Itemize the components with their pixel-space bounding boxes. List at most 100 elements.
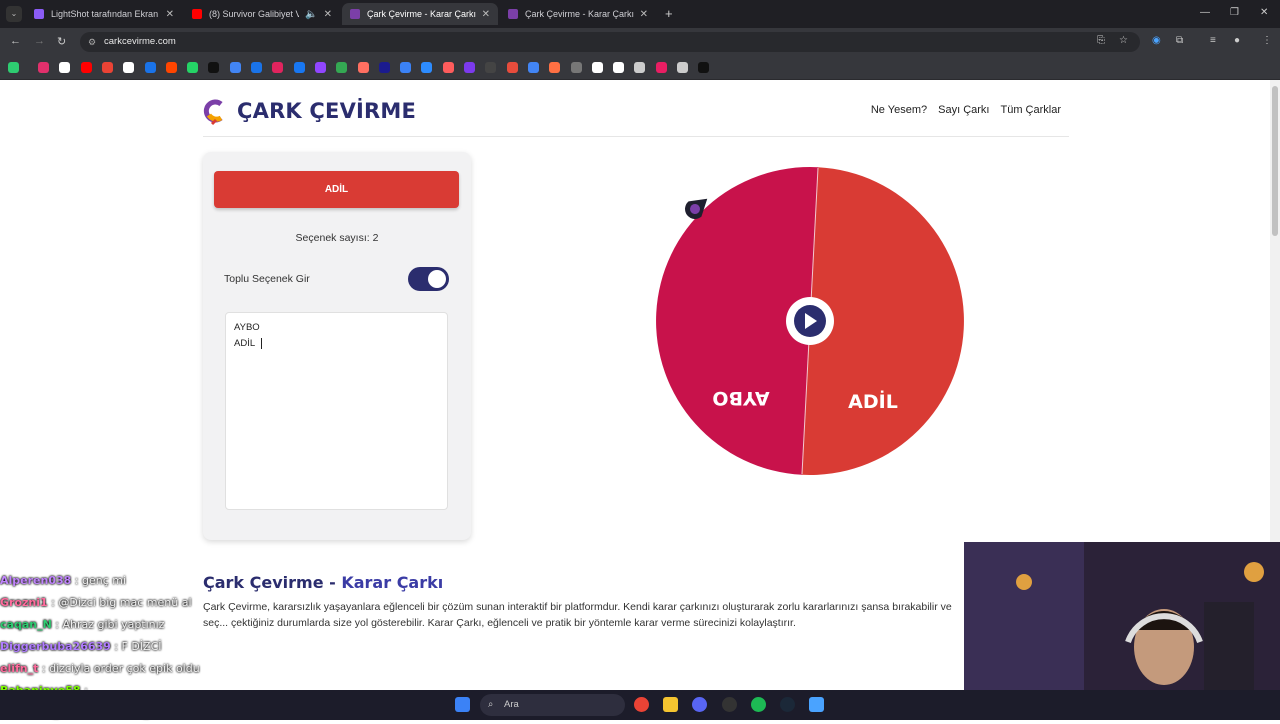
spin-wheel[interactable]: ADİL AYBO xyxy=(655,166,965,476)
reading-list-icon[interactable]: ≡ xyxy=(1210,35,1216,46)
bookmark-icon[interactable] xyxy=(59,62,71,73)
bookmark-icon[interactable] xyxy=(8,62,19,73)
options-textarea[interactable]: AYBO ADİL xyxy=(225,312,448,510)
tab-youtube[interactable]: (8) Survivor Galibiyet Ve Ma 🔈 ✕ xyxy=(184,3,340,25)
profile-avatar[interactable]: ● xyxy=(1234,35,1240,46)
bookmark-icon[interactable] xyxy=(613,62,625,73)
chat-username: Diggerbuba26639 xyxy=(0,640,111,653)
bookmark-icon[interactable] xyxy=(293,62,305,73)
bookmark-icon[interactable] xyxy=(506,62,518,73)
result-button[interactable]: ADİL xyxy=(214,171,459,208)
text-cursor xyxy=(261,337,263,349)
tab-label: (8) Survivor Galibiyet Ve Ma xyxy=(209,9,300,19)
bookmark-icon[interactable] xyxy=(378,62,390,73)
site-info-icon[interactable]: ⚙ xyxy=(88,32,96,52)
bookmark-icon[interactable] xyxy=(527,62,539,73)
bookmark-icon[interactable] xyxy=(165,62,177,73)
bookmark-icon[interactable] xyxy=(251,62,262,73)
bookmark-star-icon[interactable]: ☆ xyxy=(1119,35,1128,46)
taskbar-search[interactable]: ⌕ Ara xyxy=(480,694,625,716)
bookmark-icon[interactable] xyxy=(677,62,688,73)
install-app-icon[interactable]: ⎘ xyxy=(1097,35,1105,46)
minimize-icon[interactable]: — xyxy=(1200,7,1210,18)
option-line: ADİL xyxy=(234,338,256,349)
bookmark-icon[interactable] xyxy=(80,62,92,73)
bookmarks-bar xyxy=(0,56,1280,80)
discord-icon[interactable] xyxy=(692,697,707,712)
bulk-toggle-label: Toplu Seçenek Gir xyxy=(224,273,310,285)
bookmark-icon[interactable] xyxy=(314,62,326,73)
new-tab-button[interactable]: + xyxy=(665,6,673,21)
window-close-icon[interactable]: ✕ xyxy=(1260,7,1268,18)
nav-link-tum-carklar[interactable]: Tüm Çarklar xyxy=(1000,104,1061,116)
windows-start-icon[interactable] xyxy=(455,697,470,712)
bookmark-icon[interactable] xyxy=(485,62,497,73)
bookmark-icon[interactable] xyxy=(400,62,412,73)
extension-icon[interactable]: ◉ xyxy=(1152,35,1161,46)
close-icon[interactable]: ✕ xyxy=(640,9,648,20)
bookmark-icon[interactable] xyxy=(549,62,561,73)
notepad-icon[interactable] xyxy=(809,697,824,712)
back-icon[interactable]: ← xyxy=(10,35,21,47)
bulk-toggle-switch[interactable] xyxy=(408,267,449,291)
obs-icon[interactable] xyxy=(722,697,737,712)
bookmark-icon[interactable] xyxy=(101,62,113,73)
search-placeholder: Ara xyxy=(504,699,519,710)
close-icon[interactable]: ✕ xyxy=(482,9,490,20)
bookmark-icon[interactable] xyxy=(655,62,667,73)
cark-logo-icon xyxy=(203,99,223,126)
bookmark-icon[interactable] xyxy=(187,62,199,73)
scrollbar-thumb[interactable] xyxy=(1272,86,1278,236)
header-divider xyxy=(203,136,1069,137)
tab-label: Çark Çevirme - Karar Çarkı xyxy=(367,9,476,19)
chat-message: Alperen038 : genç mi xyxy=(0,570,260,592)
tab-cark-cevirme[interactable]: Çark Çevirme - Karar Çarkı ✕ xyxy=(500,3,656,25)
extensions-puzzle-icon[interactable]: ⧉ xyxy=(1176,35,1183,46)
menu-dots-icon[interactable]: ⋮ xyxy=(1262,35,1272,46)
tab-label: Çark Çevirme - Karar Çarkı xyxy=(525,9,634,19)
bookmark-icon[interactable] xyxy=(272,62,284,73)
address-bar[interactable]: ⚙ carkcevirme.com xyxy=(80,32,1140,52)
chat-username: caqan_N xyxy=(0,618,52,631)
bookmark-icon[interactable] xyxy=(421,62,433,73)
bookmark-icon[interactable] xyxy=(570,62,582,73)
close-icon[interactable]: ✕ xyxy=(166,9,174,20)
bookmark-icon[interactable] xyxy=(464,62,475,73)
steam-icon[interactable] xyxy=(780,697,795,712)
bookmark-icon[interactable] xyxy=(336,62,348,73)
chat-username: Alperen038 xyxy=(0,574,72,587)
maximize-icon[interactable]: ❐ xyxy=(1230,7,1239,18)
chat-username: elifn_t xyxy=(0,662,39,675)
chat-text: : F DİZCİ xyxy=(110,640,162,653)
tab-search-icon[interactable]: ⌄ xyxy=(6,6,22,22)
audio-icon[interactable]: 🔈 xyxy=(305,9,317,20)
bookmark-icon[interactable] xyxy=(208,62,220,73)
spotify-icon[interactable] xyxy=(751,697,766,712)
option-count: Seçenek sayısı: 2 xyxy=(295,232,379,244)
lightshot-icon xyxy=(34,9,44,19)
bookmark-icon[interactable] xyxy=(634,62,646,73)
bookmark-icon[interactable] xyxy=(38,62,49,73)
file-explorer-icon[interactable] xyxy=(663,697,678,712)
tab-cark-cevirme-active[interactable]: Çark Çevirme - Karar Çarkı ✕ xyxy=(342,3,498,25)
youtube-icon xyxy=(192,9,202,19)
bookmark-icon[interactable] xyxy=(123,62,135,73)
nav-link-ne-yesem[interactable]: Ne Yesem? xyxy=(871,104,927,116)
close-icon[interactable]: ✕ xyxy=(324,9,332,20)
bookmark-icon[interactable] xyxy=(357,62,369,73)
chat-text: : dizciyla order çok epik oldu xyxy=(38,662,200,675)
tab-lightshot[interactable]: LightShot tarafından Ekran Gör ✕ xyxy=(26,3,182,25)
chrome-icon[interactable] xyxy=(634,697,649,712)
reload-icon[interactable]: ↻ xyxy=(57,35,66,48)
bookmark-icon[interactable] xyxy=(229,62,241,73)
logo-text: ÇARK ÇEVİRME xyxy=(237,99,417,123)
section-description: Çark Çevirme, kararsızlık yaşayanlara eğ… xyxy=(203,601,952,629)
bookmark-icon[interactable] xyxy=(591,62,603,73)
nav-link-sayi-carki[interactable]: Sayı Çarkı xyxy=(938,104,989,116)
bookmark-icon[interactable] xyxy=(144,62,156,73)
site-logo[interactable]: ÇARK ÇEVİRME xyxy=(203,96,416,126)
tab-label: LightShot tarafından Ekran Gör xyxy=(51,9,160,19)
bookmark-icon[interactable] xyxy=(698,62,710,73)
forward-icon[interactable]: → xyxy=(34,35,45,47)
bookmark-icon[interactable] xyxy=(442,62,454,73)
